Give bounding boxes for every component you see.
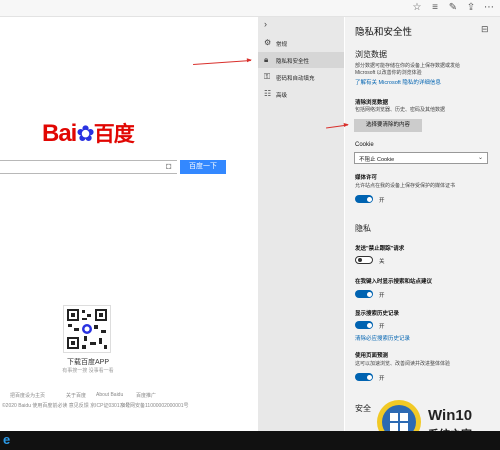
search-suggestions-toggle[interactable] [355,290,373,298]
nav-item-privacy[interactable]: 🔒︎ 隐私和安全性 [258,52,344,68]
chevron-down-icon: ⌄ [477,155,483,161]
key-icon: ⚿ [264,72,271,81]
gear-icon: ⚙ [264,38,272,47]
media-license-desc: 允许站点在我的设备上保存受保护的媒体证书 [355,183,456,189]
nav-item-general[interactable]: ⚙ 常规 [258,35,344,51]
footer-link-about-en[interactable]: About Baidu [96,392,123,398]
dnt-toggle[interactable] [355,256,373,264]
clear-data-title: 清除浏览数据 [355,100,389,106]
search-history-toggle[interactable] [355,321,373,329]
browsing-data-desc-2: Microsoft 以改善你的浏览体验 [355,70,422,76]
search-suggestions-title: 在我键入时显示搜索和站点建议 [355,279,433,285]
clear-data-desc: 包括网络浏览器、历史、密码及其他数据 [355,107,446,113]
watermark-brand: Win10 [428,407,473,424]
settings-nav: › ⚙ 常规 🔒︎ 隐私和安全性 ⚿ 密码和自动填充 ☷ 高级 [258,17,344,450]
app-download-sub: 有事搜一搜 没事看一看 [62,368,114,374]
share-icon[interactable]: ⇪ [463,1,479,15]
paw-icon: ✿ [76,121,94,146]
cookie-select-value: 不阻止 Cookie [359,157,395,163]
more-icon[interactable]: ⋯ [481,1,497,15]
media-license-toggle[interactable] [355,195,373,203]
nav-item-passwords[interactable]: ⚿ 密码和自动填充 [258,69,344,85]
dnt-title: 发送"禁止跟踪"请求 [355,246,405,252]
app-download-label[interactable]: 下载百度APP [55,357,121,367]
browsing-data-desc-1: 部分数据可能存储在你的设备上保存数据或发给 [355,63,461,69]
search-input[interactable] [0,160,177,174]
search-history-state: 开 [379,324,385,330]
search-history-title: 显示搜索历史记录 [355,311,400,317]
panel-title: 隐私和安全性 [355,27,413,38]
security-heading: 安全 [355,404,371,413]
search-button[interactable]: 百度一下 [180,160,226,174]
annotation-arrow-privacy [193,59,251,66]
footer-police[interactable]: 京公网安备11000002000001号 [120,402,189,409]
camera-icon[interactable]: ◘ [166,161,171,171]
pin-icon[interactable]: ⊟ [481,24,489,35]
page-prediction-desc: 这可以加速浏览、改善阅读并改进整体体验 [355,361,451,367]
footer-link-promo[interactable]: 百度推广 [136,392,156,399]
footer-link-about[interactable]: 关于百度 [66,392,86,399]
favorite-icon[interactable]: ☆ [409,1,425,15]
cookie-select[interactable]: 不阻止 Cookie ⌄ [354,152,488,164]
clear-bing-history-link[interactable]: 清除必应搜索历史记录 [355,334,410,342]
baidu-logo[interactable]: Bai✿百度 [42,118,135,148]
nav-item-label: 常规 [276,42,288,48]
edge-icon[interactable]: e [3,432,10,447]
baidu-logo-latin: Bai [42,120,77,147]
taskbar [0,431,500,450]
media-license-title: 媒体许可 [355,175,378,181]
nav-item-label: 高级 [276,93,288,99]
nav-item-label: 隐私和安全性 [276,59,310,65]
page-prediction-state: 开 [379,376,385,382]
nav-item-advanced[interactable]: ☷ 高级 [258,86,344,102]
browser-toolbar [0,0,500,17]
footer-copyright[interactable]: ©2020 Baidu 使用百度前必读 意见反馈 京ICP证030173号 [2,402,130,409]
page-prediction-toggle[interactable] [355,373,373,381]
privacy-heading: 隐私 [355,224,371,233]
page-prediction-title: 使用页面预测 [355,353,389,359]
collapse-chevron-icon[interactable]: › [264,19,267,29]
baidu-logo-cn: 百度 [93,123,135,146]
privacy-info-link[interactable]: 了解有关 Microsoft 隐私的详细信息 [355,78,441,86]
choose-what-to-clear-button[interactable]: 选择要清除的内容 [354,119,422,132]
qr-code [63,305,111,353]
cookie-label: Cookie [355,142,374,148]
dnt-state: 关 [379,259,385,265]
nav-item-label: 密码和自动填充 [276,76,315,82]
media-license-state: 开 [379,198,385,204]
search-suggestions-state: 开 [379,293,385,299]
browsing-data-heading: 浏览数据 [355,50,387,59]
footer-link-homepage[interactable]: 把百度设为主页 [10,392,45,399]
sliders-icon: ☷ [264,89,272,98]
pen-icon[interactable]: ✎ [445,1,461,15]
lock-icon: 🔒︎ [264,55,269,64]
reading-list-icon[interactable]: ≡ [427,1,443,15]
